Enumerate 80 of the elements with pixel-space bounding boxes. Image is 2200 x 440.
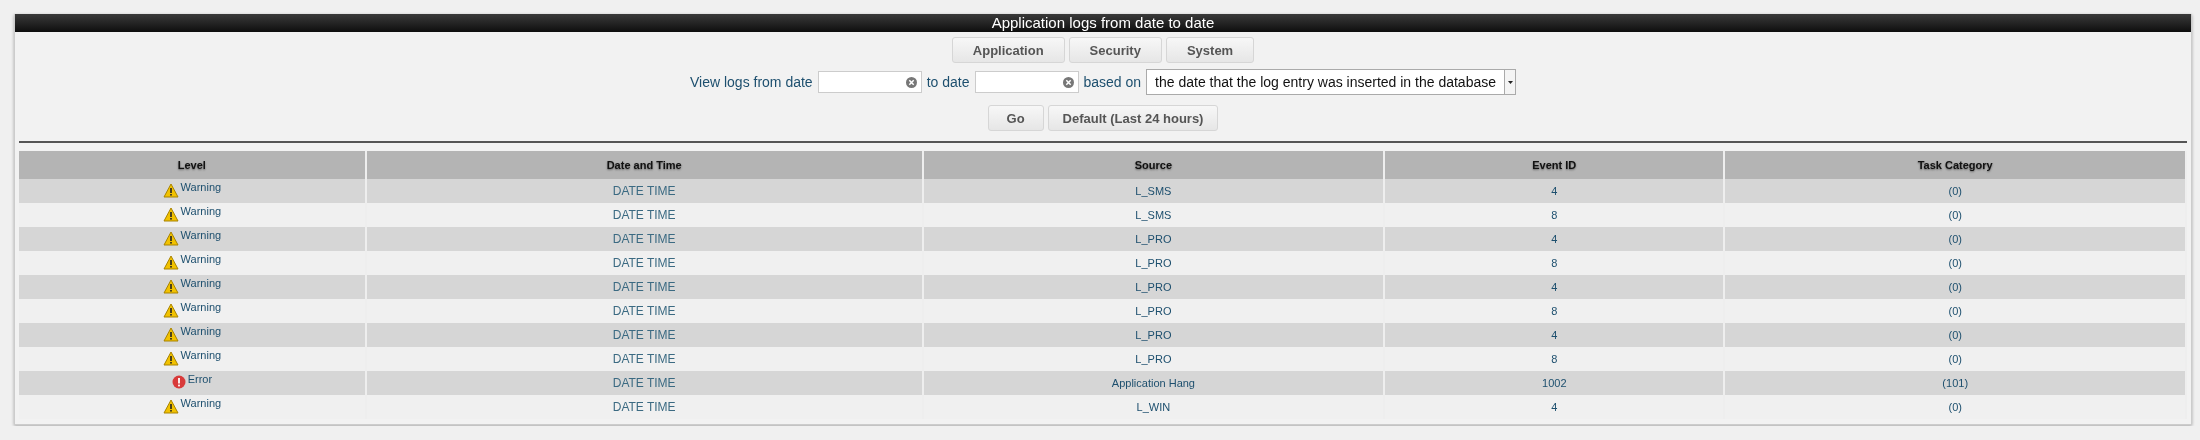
warning-icon: [162, 278, 179, 294]
column-header: Task Category: [1724, 151, 2186, 179]
table-cell: DATE TIME: [365, 179, 923, 203]
table-cell: DATE TIME: [365, 323, 923, 347]
table-cell: DATE TIME: [365, 371, 923, 395]
table-cell: DATE TIME: [365, 299, 923, 323]
filter-label: View logs from date: [689, 74, 813, 90]
column-header: Date and Time: [365, 151, 923, 179]
warning-icon: [162, 206, 179, 222]
warning-icon: [162, 398, 179, 414]
filter-label: based on: [1083, 74, 1142, 90]
table-cell: 4: [1384, 179, 1725, 203]
level-text: Warning: [180, 181, 222, 193]
date-type-dropdown[interactable]: the date that the log entry was inserted in the database: [1146, 69, 1516, 95]
table-cell: 8: [1384, 299, 1725, 323]
table-cell: (101): [1724, 371, 2186, 395]
table-cell: 8: [1384, 251, 1725, 275]
clear-icon[interactable]: [1062, 76, 1074, 88]
warning-icon: [162, 254, 179, 270]
warning-icon: [162, 326, 179, 342]
error-icon: [171, 375, 186, 389]
column-header: Event ID: [1384, 151, 1725, 179]
table-cell: DATE TIME: [365, 275, 923, 299]
warning-icon: [162, 182, 179, 198]
level-text: Warning: [180, 229, 222, 241]
table-cell: L_WIN: [922, 395, 1385, 419]
level-text: Warning: [180, 277, 222, 289]
date-field[interactable]: [974, 71, 1079, 93]
level-text: Warning: [180, 325, 222, 337]
table-cell: (0): [1724, 203, 2186, 227]
column-header: Level: [19, 151, 366, 179]
log-tab[interactable]: Security: [1068, 37, 1162, 63]
table-cell: Application Hang: [922, 371, 1385, 395]
table-cell: 4: [1384, 275, 1725, 299]
table-cell: DATE TIME: [365, 395, 923, 419]
table-cell: 8: [1384, 203, 1725, 227]
clear-icon[interactable]: [905, 76, 917, 88]
level-text: Warning: [180, 349, 222, 361]
table-cell: 4: [1384, 395, 1725, 419]
go-button[interactable]: Go: [987, 105, 1044, 131]
table-cell: L_PRO: [922, 347, 1385, 371]
table-cell: L_PRO: [922, 275, 1385, 299]
table-cell: L_SMS: [922, 203, 1385, 227]
table-cell: (0): [1724, 323, 2186, 347]
level-text: Error: [187, 373, 213, 385]
default-button[interactable]: Default (Last 24 hours): [1047, 105, 1219, 131]
date-field[interactable]: [817, 71, 922, 93]
table-cell: 1002: [1384, 371, 1725, 395]
table-cell: (0): [1724, 179, 2186, 203]
warning-icon: [162, 350, 179, 366]
table-cell: (0): [1724, 347, 2186, 371]
table-cell: 4: [1384, 227, 1725, 251]
column-header: Source: [922, 151, 1385, 179]
table-cell: L_PRO: [922, 299, 1385, 323]
table-cell: L_PRO: [922, 323, 1385, 347]
table-cell: L_PRO: [922, 227, 1385, 251]
warning-icon: [162, 302, 179, 318]
table-cell: 8: [1384, 347, 1725, 371]
table-cell: DATE TIME: [365, 347, 923, 371]
table-cell: L_SMS: [922, 179, 1385, 203]
log-tab[interactable]: System: [1165, 37, 1255, 63]
log-tab[interactable]: Application: [951, 37, 1065, 63]
panel-title: Application logs from date to date: [15, 14, 2191, 32]
level-text: Warning: [180, 253, 222, 265]
table-cell: (0): [1724, 251, 2186, 275]
level-text: Warning: [180, 205, 222, 217]
table-cell: (0): [1724, 275, 2186, 299]
table-cell: DATE TIME: [365, 203, 923, 227]
caret-icon: [1507, 80, 1513, 84]
warning-icon: [162, 230, 179, 246]
table-cell: DATE TIME: [365, 251, 923, 275]
table-cell: DATE TIME: [365, 227, 923, 251]
table-cell: (0): [1724, 299, 2186, 323]
table-cell: (0): [1724, 395, 2186, 419]
level-text: Warning: [180, 397, 222, 409]
table-cell: 4: [1384, 323, 1725, 347]
level-text: Warning: [180, 301, 222, 313]
table-cell: (0): [1724, 227, 2186, 251]
table-cell: L_PRO: [922, 251, 1385, 275]
filter-label: to date: [926, 74, 970, 90]
